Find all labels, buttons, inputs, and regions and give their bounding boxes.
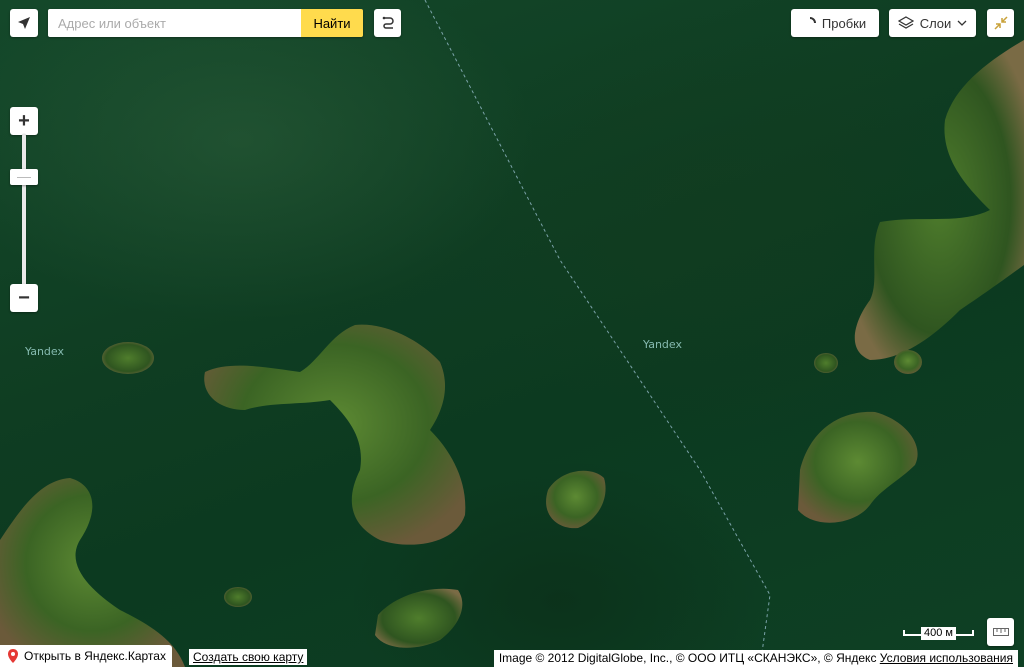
location-arrow-icon bbox=[18, 17, 30, 29]
scale-label: 400 м bbox=[921, 626, 956, 640]
copyright-text: Image © 2012 DigitalGlobe, Inc., © ООО И… bbox=[498, 651, 877, 665]
land-right bbox=[854, 40, 1024, 360]
zoom-out-button[interactable]: − bbox=[10, 284, 38, 312]
copyright-bar: Image © 2012 DigitalGlobe, Inc., © ООО И… bbox=[493, 650, 1018, 667]
search-input[interactable] bbox=[48, 9, 301, 37]
create-map-link[interactable]: Создать свою карту bbox=[189, 649, 308, 665]
watermark-right: Yandex bbox=[643, 338, 682, 351]
terms-link[interactable]: Условия использования bbox=[880, 651, 1013, 665]
route-icon bbox=[382, 16, 394, 29]
traffic-icon bbox=[809, 17, 816, 24]
ruler-button[interactable] bbox=[987, 618, 1014, 646]
collapse-icon bbox=[993, 16, 1008, 30]
watermark-left: Yandex bbox=[25, 345, 64, 358]
zoom-slider-handle[interactable] bbox=[10, 169, 38, 185]
island-middle bbox=[546, 470, 606, 529]
layers-icon bbox=[897, 16, 914, 29]
geolocation-button[interactable] bbox=[10, 9, 38, 37]
land-bottom-left bbox=[0, 478, 185, 667]
island-small-left bbox=[102, 342, 154, 374]
layers-label: Слои bbox=[919, 15, 952, 31]
satellite-map[interactable]: Yandex Yandex Найти Пробки Слои + − 400 … bbox=[0, 0, 1024, 667]
route-button[interactable] bbox=[374, 9, 401, 37]
island-right bbox=[798, 411, 918, 523]
search-button[interactable]: Найти bbox=[301, 9, 363, 37]
chevron-down-icon bbox=[957, 20, 967, 26]
fullscreen-button[interactable] bbox=[987, 9, 1014, 37]
zoom-slider-track[interactable] bbox=[22, 134, 26, 286]
ruler-icon bbox=[992, 628, 1009, 636]
open-in-yandex-maps-label: Открыть в Яндекс.Картах bbox=[24, 649, 166, 663]
island-central bbox=[204, 324, 466, 545]
traffic-button[interactable]: Пробки bbox=[791, 9, 879, 37]
traffic-label: Пробки bbox=[821, 15, 867, 31]
search-bar: Найти bbox=[48, 9, 363, 37]
open-in-yandex-maps-link[interactable]: Открыть в Яндекс.Картах bbox=[0, 645, 172, 667]
islands-layer bbox=[0, 40, 1024, 667]
layers-button[interactable]: Слои bbox=[889, 9, 976, 37]
scale-bar: 400 м bbox=[903, 626, 974, 640]
map-pin-icon bbox=[8, 649, 18, 663]
island-right-small-2 bbox=[894, 350, 922, 374]
zoom-in-button[interactable]: + bbox=[10, 107, 38, 135]
island-right-small bbox=[814, 353, 838, 373]
island-bottom bbox=[375, 588, 463, 648]
island-tiny bbox=[224, 587, 252, 607]
